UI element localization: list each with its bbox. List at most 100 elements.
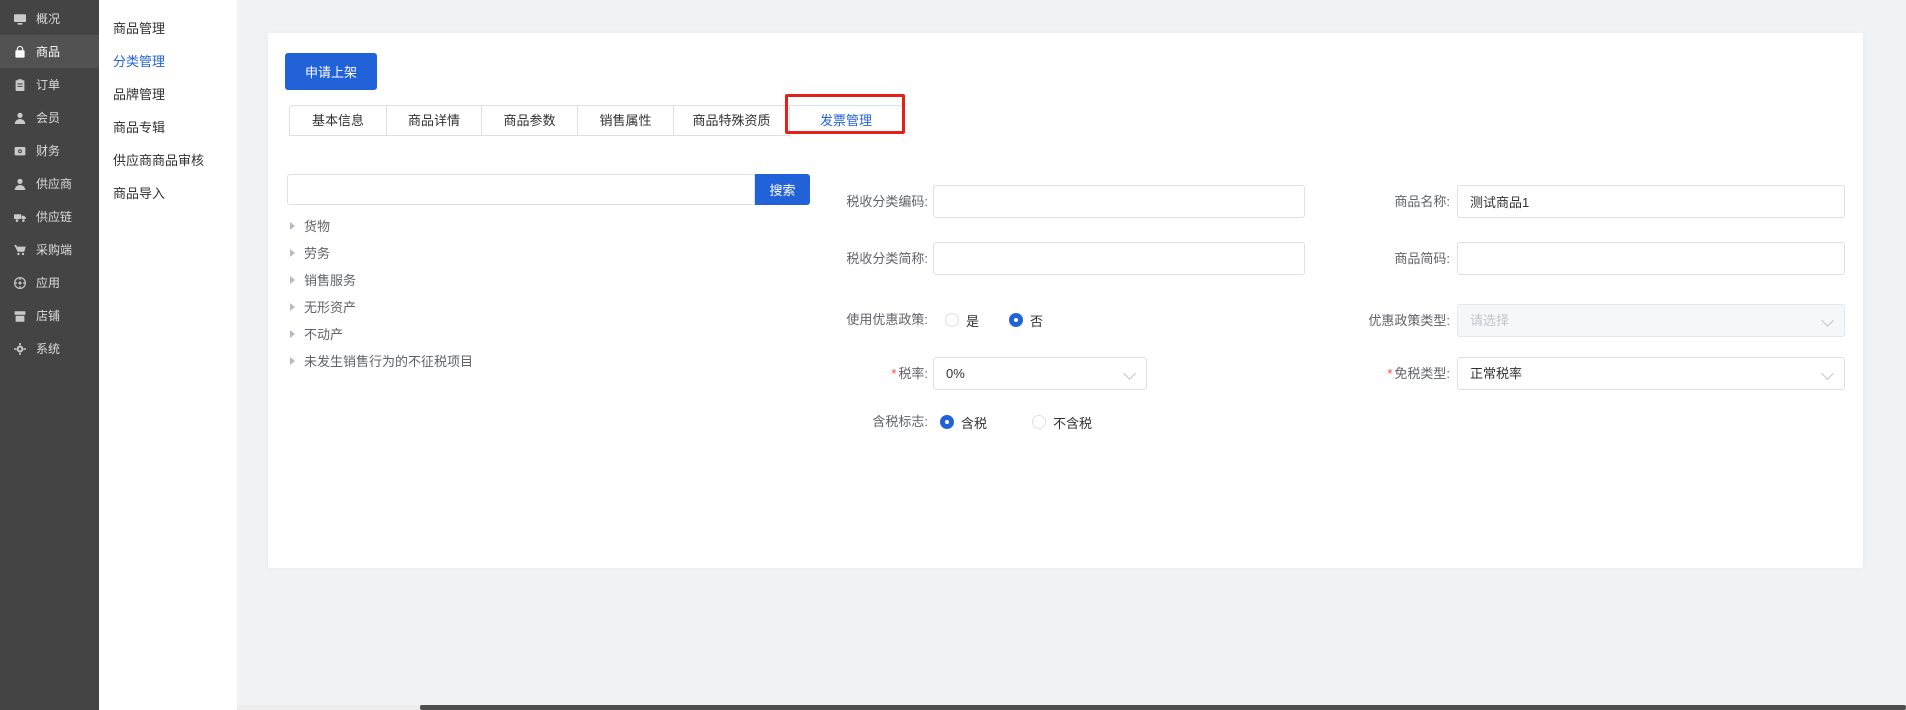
submenu-item-product-import[interactable]: 商品导入: [99, 177, 237, 210]
radio-circle-icon: [1009, 313, 1023, 327]
radio-circle-icon: [945, 313, 959, 327]
tab-bar: 基本信息商品详情商品参数销售属性商品特殊资质发票管理: [289, 105, 903, 136]
sidebar-item-shop[interactable]: 店铺: [0, 299, 99, 332]
required-asterisk: *: [891, 366, 896, 381]
tree-item-intangible-assets[interactable]: 无形资产: [290, 293, 356, 320]
submenu-item-supplier-product-audit[interactable]: 供应商商品审核: [99, 144, 237, 177]
content-area: 申请上架 基本信息商品详情商品参数销售属性商品特殊资质发票管理 搜索 货物 劳务…: [237, 0, 1906, 710]
caret-right-icon: [290, 330, 295, 338]
tree-item-label: 未发生销售行为的不征税项目: [304, 351, 473, 370]
sidebar-item-order[interactable]: 订单: [0, 68, 99, 101]
tax-included-flag-radio-group: 含税 不含税: [940, 412, 1092, 432]
tree-item-label: 劳务: [304, 243, 330, 262]
sidebar-item-label: 会员: [36, 109, 60, 126]
tree-item-label: 无形资产: [304, 297, 356, 316]
shop-icon: [13, 309, 27, 323]
radio-option-no[interactable]: 否: [1009, 311, 1043, 330]
sidebar-item-supply-chain[interactable]: 供应链: [0, 200, 99, 233]
radio-circle-icon: [940, 415, 954, 429]
sidebar-item-label: 订单: [36, 76, 60, 93]
tree-item-sales-service[interactable]: 销售服务: [290, 266, 356, 293]
preferential-policy-type-select[interactable]: 请选择: [1457, 304, 1845, 337]
product-short-code-input[interactable]: [1457, 242, 1845, 275]
horizontal-scrollbar-thumb[interactable]: [420, 705, 1906, 710]
sidebar-item-overview[interactable]: 概况: [0, 2, 99, 35]
radio-option-label: 否: [1030, 311, 1043, 330]
use-preferential-policy-radio-group: 是 否: [945, 310, 1043, 330]
radio-option-label: 含税: [961, 413, 987, 432]
tree-item-label: 不动产: [304, 324, 343, 343]
caret-right-icon: [290, 222, 295, 230]
radio-option-tax-excluded[interactable]: 不含税: [1032, 413, 1092, 432]
tax-code-label: 税收分类编码:: [788, 185, 928, 218]
radio-option-label: 是: [966, 311, 979, 330]
sidebar-item-label: 系统: [36, 340, 60, 357]
tree-item-goods[interactable]: 货物: [290, 212, 330, 239]
tax-free-type-select[interactable]: 正常税率: [1457, 357, 1845, 390]
sidebar-item-label: 商品: [36, 43, 60, 60]
use-preferential-policy-label: 使用优惠政策:: [788, 310, 928, 330]
order-clipboard-icon: [13, 78, 27, 92]
caret-right-icon: [290, 249, 295, 257]
tab-product-params[interactable]: 商品参数: [482, 106, 578, 136]
tree-item-real-estate[interactable]: 不动产: [290, 320, 343, 347]
sidebar-item-procurement[interactable]: 采购端: [0, 233, 99, 266]
tab-product-detail[interactable]: 商品详情: [387, 106, 482, 136]
sidebar-item-label: 供应商: [36, 175, 72, 192]
sidebar-item-system[interactable]: 系统: [0, 332, 99, 365]
tab-basic-info[interactable]: 基本信息: [290, 106, 387, 136]
app-root: { "colors": { "primary_blue": "#2262d9",…: [0, 0, 1906, 710]
radio-circle-icon: [1032, 415, 1046, 429]
tab-invoice-management[interactable]: 发票管理: [790, 106, 902, 136]
caret-right-icon: [290, 276, 295, 284]
secondary-sidebar: 商品管理分类管理品牌管理商品专辑供应商商品审核商品导入: [99, 0, 237, 710]
tab-sale-attrs[interactable]: 销售属性: [578, 106, 674, 136]
sidebar-item-label: 供应链: [36, 208, 72, 225]
member-person-icon: [13, 111, 27, 125]
sidebar-item-finance[interactable]: 财务: [0, 134, 99, 167]
submenu-item-category-management[interactable]: 分类管理: [99, 45, 237, 78]
radio-option-tax-included[interactable]: 含税: [940, 413, 987, 432]
primary-sidebar: 概况 商品 订单 会员 财务 供应商 供应链 采购端 应用 店铺 系统: [0, 0, 99, 710]
sidebar-item-label: 店铺: [36, 307, 60, 324]
submenu-item-brand-management[interactable]: 品牌管理: [99, 78, 237, 111]
tax-code-input[interactable]: [933, 185, 1305, 218]
sidebar-item-label: 应用: [36, 274, 60, 291]
sidebar-item-product[interactable]: 商品: [0, 35, 99, 68]
caret-right-icon: [290, 357, 295, 365]
select-placeholder: 请选择: [1458, 305, 1844, 336]
sidebar-item-label: 采购端: [36, 241, 72, 258]
sidebar-item-label: 财务: [36, 142, 60, 159]
tax-category-search-input[interactable]: [287, 174, 755, 205]
preferential-policy-type-label: 优惠政策类型:: [1310, 304, 1450, 337]
supplier-person-icon: [13, 177, 27, 191]
bag-icon: [13, 45, 27, 59]
finance-card-icon: [13, 144, 27, 158]
tab-special-qualification[interactable]: 商品特殊资质: [674, 106, 790, 136]
sidebar-item-supplier[interactable]: 供应商: [0, 167, 99, 200]
sidebar-item-label: 概况: [36, 10, 60, 27]
main-card: 申请上架 基本信息商品详情商品参数销售属性商品特殊资质发票管理 搜索 货物 劳务…: [268, 33, 1863, 568]
submenu-item-product-management[interactable]: 商品管理: [99, 12, 237, 45]
tax-rate-label: *税率:: [788, 357, 928, 390]
tax-free-type-label: *免税类型:: [1310, 357, 1450, 390]
radio-option-yes[interactable]: 是: [945, 311, 979, 330]
sidebar-item-member[interactable]: 会员: [0, 101, 99, 134]
required-asterisk: *: [1387, 366, 1392, 381]
sidebar-item-apps[interactable]: 应用: [0, 266, 99, 299]
product-short-code-label: 商品简码:: [1310, 242, 1450, 275]
product-name-input[interactable]: [1457, 185, 1845, 218]
procurement-cart-icon: [13, 243, 27, 257]
supply-chain-truck-icon: [13, 210, 27, 224]
tree-item-labor[interactable]: 劳务: [290, 239, 330, 266]
tax-short-name-input[interactable]: [933, 242, 1305, 275]
apply-listing-button[interactable]: 申请上架: [285, 53, 377, 90]
submenu-item-product-album[interactable]: 商品专辑: [99, 111, 237, 144]
system-gear-icon: [13, 342, 27, 356]
tax-rate-select[interactable]: 0%: [933, 357, 1147, 390]
radio-option-label: 不含税: [1053, 413, 1092, 432]
select-value: 正常税率: [1458, 358, 1844, 389]
monitor-icon: [13, 12, 27, 26]
caret-right-icon: [290, 303, 295, 311]
tree-item-non-taxable-items[interactable]: 未发生销售行为的不征税项目: [290, 347, 473, 374]
